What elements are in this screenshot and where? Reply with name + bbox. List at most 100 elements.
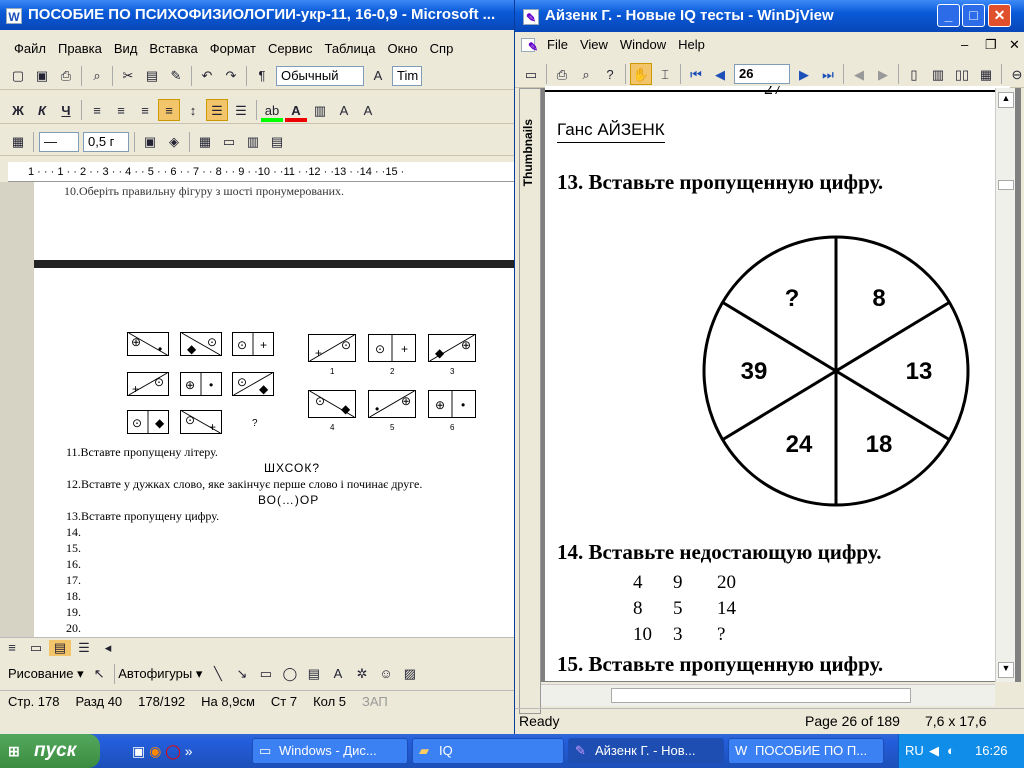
opera-icon[interactable]: ◯ (165, 743, 181, 759)
hscroll-thumb[interactable] (611, 688, 911, 703)
columns-icon[interactable]: ▥ (309, 100, 331, 122)
task-windows[interactable]: ▭ Windows - Дис... (252, 738, 408, 764)
drawing-menu[interactable]: Рисование (8, 666, 73, 681)
clipart-icon[interactable]: ☺ (375, 663, 397, 685)
justify-icon[interactable]: ≡ (158, 99, 180, 121)
hand-tool-icon[interactable]: ✋ (630, 63, 652, 85)
bullets-icon[interactable]: ☰ (230, 100, 252, 122)
find-icon[interactable]: ⌕ (86, 65, 108, 87)
cut-icon[interactable]: ✂ (117, 65, 139, 87)
task-iq-folder[interactable]: ▰ IQ (412, 738, 564, 764)
font-color-icon[interactable]: A (285, 100, 307, 122)
grow-font-icon[interactable]: A (333, 100, 355, 122)
highlight-icon[interactable]: ab (261, 100, 283, 122)
djview-menu-view[interactable]: View (574, 37, 614, 52)
print-icon[interactable]: ⎙ (551, 64, 573, 86)
word-menu-table[interactable]: Таблица (318, 41, 381, 56)
style-combo[interactable]: Обычный (276, 66, 364, 86)
paste-icon[interactable]: ▤ (141, 65, 163, 87)
split-cells-icon[interactable]: ▥ (242, 131, 264, 153)
print-view-icon[interactable]: ▤ (49, 640, 71, 656)
word-menu-edit[interactable]: Правка (52, 41, 108, 56)
select-arrow-icon[interactable]: ↖ (88, 663, 110, 685)
thumbnails-tab[interactable]: Thumbnails (519, 88, 541, 714)
prev-page-icon[interactable]: ◀ (709, 64, 731, 86)
arrow-icon[interactable]: ↘ (231, 663, 253, 685)
wordart-icon[interactable]: A (327, 663, 349, 685)
back-icon[interactable]: ◀ (848, 64, 870, 86)
close-button[interactable]: ✕ (988, 4, 1011, 27)
line-width-combo[interactable]: 0,5 г (83, 132, 129, 152)
volume-icon[interactable]: ◐ (947, 734, 955, 768)
djview-menu-file[interactable]: File (541, 37, 574, 52)
bold-icon[interactable]: Ж (7, 100, 29, 122)
select-tool-icon[interactable]: ⌶ (654, 64, 676, 86)
help-icon[interactable]: ? (599, 64, 621, 86)
underline-icon[interactable]: Ч (55, 100, 77, 122)
undo-icon[interactable]: ↶ (196, 65, 218, 87)
word-menu-help[interactable]: Спр (424, 41, 460, 56)
scroll-down-icon[interactable]: ▼ (998, 662, 1014, 678)
task-djview[interactable]: ✎ Айзенк Г. - Нов... (568, 738, 724, 764)
diagram-icon[interactable]: ✲ (351, 663, 373, 685)
language-indicator[interactable]: RU (905, 734, 924, 768)
redo-icon[interactable]: ↷ (220, 65, 242, 87)
align-left-icon[interactable]: ≡ (86, 100, 108, 122)
merge-cells-icon[interactable]: ▭ (218, 131, 240, 153)
single-page-icon[interactable]: ▯ (903, 64, 925, 86)
find-icon[interactable]: ⌕ (575, 64, 597, 86)
word-menu-insert[interactable]: Вставка (143, 41, 203, 56)
facing-icon[interactable]: ▯▯ (951, 64, 973, 86)
word-hscroll[interactable]: ≡ ▭ ▤ ☰ ◂ (0, 637, 514, 657)
zoom-out-icon[interactable]: ⊖ (1006, 64, 1024, 86)
align-right-icon[interactable]: ≡ (134, 100, 156, 122)
pilcrow-icon[interactable]: ¶ (251, 65, 273, 87)
task-word[interactable]: W ПОСОБИЕ ПО П... (728, 738, 884, 764)
tray-expand-icon[interactable]: ◀ (929, 734, 939, 768)
styles-icon[interactable]: A (367, 65, 389, 87)
open-icon[interactable]: ▭ (520, 64, 542, 86)
vscroll-thumb[interactable] (998, 180, 1014, 190)
word-menu-format[interactable]: Формат (204, 41, 262, 56)
mdi-restore-icon[interactable]: ❐ (979, 34, 1003, 56)
word-title-bar[interactable]: W ПОСОБИЕ ПО ПСИХОФИЗИОЛОГИИ-укр-11, 16-0… (0, 0, 514, 30)
start-button[interactable]: ⊞ пуск (0, 734, 100, 768)
draw-table-icon[interactable]: ▦ (7, 131, 29, 153)
line-spacing-icon[interactable]: ↕ (182, 100, 204, 122)
line-icon[interactable]: ╲ (207, 663, 229, 685)
maximize-button[interactable]: □ (962, 4, 985, 27)
align-center-icon[interactable]: ≡ (110, 100, 132, 122)
web-view-icon[interactable]: ▭ (25, 640, 47, 656)
page-combo[interactable]: 26 (734, 64, 790, 84)
scroll-up-icon[interactable]: ▲ (998, 92, 1014, 108)
minimize-button[interactable]: _ (937, 4, 960, 27)
word-menu-tools[interactable]: Сервис (262, 41, 319, 56)
normal-view-icon[interactable]: ≡ (1, 640, 23, 656)
djview-vscroll[interactable]: ▲ ▼ (995, 88, 1015, 682)
djvu-page[interactable]: 27 Ганс АЙЗЕНК 13. Вставьте пропущенную … (545, 86, 1010, 681)
new-icon[interactable]: ▢ (7, 65, 29, 87)
djview-menu-window[interactable]: Window (614, 37, 672, 52)
outline-view-icon[interactable]: ☰ (73, 640, 95, 656)
forward-icon[interactable]: ▶ (872, 64, 894, 86)
save-icon[interactable]: ▣ (31, 65, 53, 87)
continuous-icon[interactable]: ▥ (927, 64, 949, 86)
borders-icon[interactable]: ▣ (139, 131, 161, 153)
last-page-icon[interactable]: ⏭ (817, 64, 839, 86)
autoshapes-menu[interactable]: Автофигуры (118, 666, 192, 681)
shading-icon[interactable]: ◈ (163, 131, 185, 153)
font-combo[interactable]: Tim (392, 66, 422, 86)
facing-continuous-icon[interactable]: ▦ (975, 64, 997, 86)
firefox-icon[interactable]: ◉ (149, 743, 161, 759)
more-icon[interactable]: » (185, 743, 193, 759)
mdi-minimize-icon[interactable]: – (955, 34, 974, 56)
djview-menu-help[interactable]: Help (672, 37, 711, 52)
document-area[interactable]: 10.Оберіть правильну фігуру з шості прон… (34, 182, 514, 637)
oval-icon[interactable]: ◯ (279, 663, 301, 685)
word-menu-view[interactable]: Вид (108, 41, 144, 56)
print-icon[interactable]: ⎙ (55, 65, 77, 87)
mdi-close-icon[interactable]: ✕ (1003, 34, 1021, 56)
format-painter-icon[interactable]: ✎ (165, 65, 187, 87)
textbox-icon[interactable]: ▤ (303, 663, 325, 685)
word-menu-window[interactable]: Окно (381, 41, 423, 56)
